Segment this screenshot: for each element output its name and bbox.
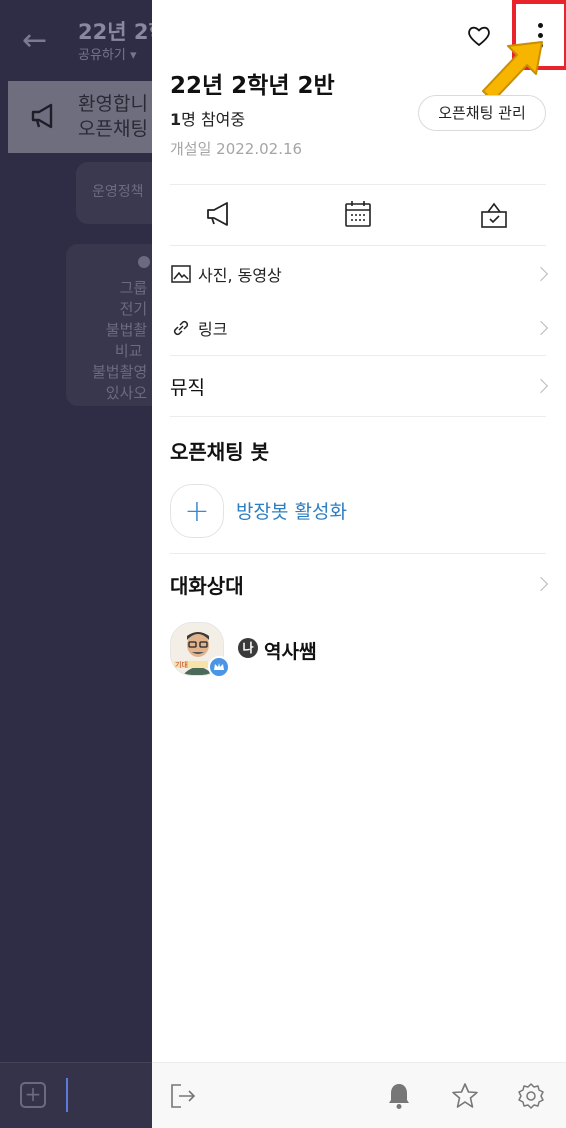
more-icon-dot [537,22,543,28]
chat-room-drawer: 22년 2학년 2반 1명 참여중 개설일 2022.02.16 오픈채팅 관리… [152,0,566,1128]
bell-icon[interactable] [384,1081,414,1111]
photo-icon [171,265,191,283]
me-badge: 나 [238,638,258,658]
star-icon[interactable] [450,1081,480,1111]
plus-icon[interactable]: + [20,1082,46,1108]
chevron-right-icon [533,320,549,336]
manage-openchat-button[interactable]: 오픈채팅 관리 [418,95,546,131]
megaphone-icon[interactable] [204,198,236,230]
message-text: 운영정책 [92,184,144,200]
media-row-label: 사진, 동영상 [198,266,282,285]
divider [170,245,546,246]
settings-icon[interactable] [516,1081,546,1111]
divider [170,416,546,417]
member-list-item[interactable]: 기대 나 역사쌤 [170,622,546,678]
alert-icon [138,256,150,268]
music-row[interactable]: 뮤직 [170,359,549,413]
link-row[interactable]: 링크 [170,301,549,355]
crown-icon [208,656,230,678]
activate-bot-link[interactable]: 방장봇 활성화 [236,497,347,524]
quick-actions [152,186,566,244]
chevron-right-icon [533,576,549,592]
bot-section-title: 오픈채팅 봇 [170,440,269,464]
more-icon-dot [537,32,543,38]
divider [170,553,546,554]
member-count-suffix: 명 참여중 [181,110,246,129]
plus-icon: + [184,493,210,529]
message-text: 그룹 전기 불법촬 비교 불법촬영 있사오 [92,279,148,402]
created-date: 개설일 2022.02.16 [170,140,303,158]
exit-icon[interactable] [168,1081,198,1111]
back-arrow-icon[interactable]: ← [22,26,47,56]
media-row[interactable]: 사진, 동영상 [170,247,549,301]
music-row-label: 뮤직 [170,376,205,399]
chevron-right-icon [533,266,549,282]
text-cursor[interactable] [66,1078,68,1112]
share-button[interactable]: 공유하기 ▾ [78,44,137,63]
svg-text:기대: 기대 [175,660,188,669]
member-count-number: 1 [170,110,182,129]
room-title: 22년 2학년 2반 [170,73,335,99]
vote-box-icon[interactable] [478,198,510,230]
members-row[interactable]: 대화상대 [170,557,549,611]
add-bot-button[interactable]: + [170,484,224,538]
drawer-footer [152,1062,566,1128]
divider [170,184,546,185]
megaphone-icon [31,103,53,129]
member-name: 역사쌤 [264,641,317,663]
notice-text: 환영합니 오픈채팅 [78,93,148,140]
chevron-right-icon [533,378,549,394]
member-count: 1명 참여중 [170,106,245,130]
link-icon [173,320,189,336]
calendar-icon[interactable] [342,198,374,230]
divider [170,355,546,356]
link-row-label: 링크 [198,320,228,339]
members-section-title: 대화상대 [170,573,244,598]
